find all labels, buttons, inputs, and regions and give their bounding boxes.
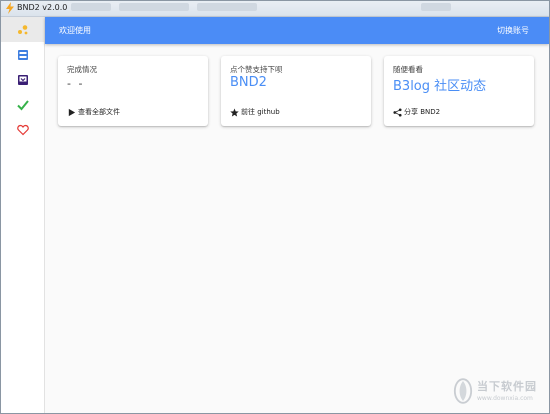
play-icon (68, 108, 76, 116)
background-window-ghost (421, 3, 451, 11)
go-github-button[interactable]: 前往 github (230, 107, 280, 117)
card-subtitle: 完成情况 (67, 65, 97, 74)
watermark: 当下软件园 www.downxia.com (453, 375, 549, 413)
watermark-url: www.downxia.com (477, 395, 533, 402)
watermark-logo-icon (453, 378, 473, 404)
sidebar-item-download[interactable] (1, 67, 44, 92)
completion-card: 完成情况 - - 查看全部文件 (58, 56, 208, 126)
header-bar: 欢迎使用 切换账号 (45, 17, 549, 44)
heart-icon (16, 124, 29, 135)
action-label: 查看全部文件 (78, 108, 120, 116)
sidebar-item-favorites[interactable] (1, 117, 44, 142)
blog-icon (17, 24, 27, 34)
community-card: 随便看看 B3log 社区动态 分享 BND2 (384, 56, 534, 126)
action-label: 前往 github (241, 108, 280, 116)
star-icon (230, 107, 239, 117)
completion-value: - - (67, 77, 85, 90)
view-all-files-button[interactable]: 查看全部文件 (67, 107, 120, 117)
bolt-icon (6, 2, 14, 14)
switch-account-button[interactable]: 切换账号 (497, 17, 529, 44)
background-window-ghost (71, 3, 111, 11)
app-window: BND2 v2.0.0 欢迎使用 切换账号 完成情况 - - 查看全部文件 点个… (0, 0, 550, 414)
watermark-title: 当下软件园 (477, 380, 537, 393)
download-icon (17, 74, 28, 85)
sidebar-item-blog[interactable] (1, 17, 44, 42)
sidebar-item-inbox[interactable] (1, 42, 44, 67)
inbox-icon (17, 49, 28, 60)
action-label: 分享 BND2 (404, 108, 441, 116)
community-link[interactable]: B3log 社区动态 (393, 75, 486, 94)
sidebar (1, 17, 45, 413)
support-value: BND2 (230, 75, 267, 90)
window-title: BND2 v2.0.0 (17, 3, 68, 12)
title-bar: BND2 v2.0.0 (1, 1, 549, 17)
card-subtitle: 点个赞支持下呗 (230, 65, 283, 74)
background-window-ghost (119, 3, 189, 11)
check-icon (16, 99, 29, 110)
sidebar-item-completed[interactable] (1, 92, 44, 117)
page-title: 欢迎使用 (59, 26, 91, 35)
card-subtitle: 随便看看 (393, 65, 423, 74)
share-button[interactable]: 分享 BND2 (393, 107, 440, 117)
background-window-ghost (197, 3, 257, 11)
support-card: 点个赞支持下呗 BND2 前往 github (221, 56, 371, 126)
share-icon (393, 107, 402, 117)
